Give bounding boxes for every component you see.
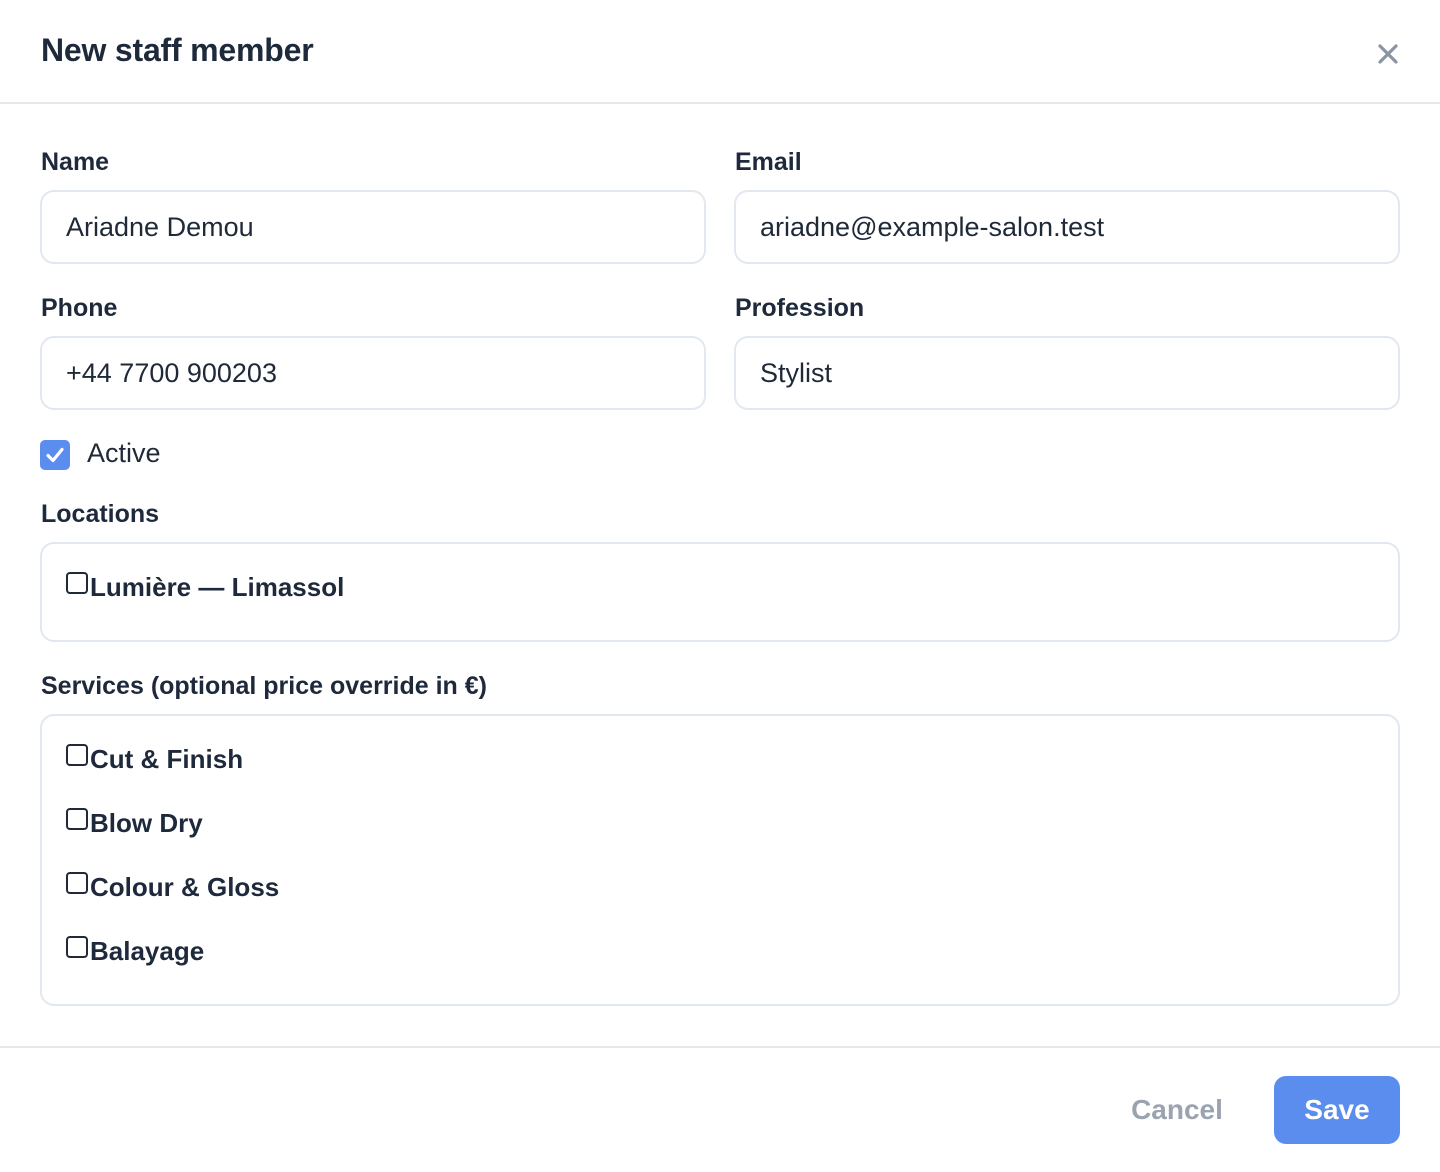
close-icon (1378, 44, 1398, 64)
services-box: Cut & Finish Blow Dry Colour & Gloss Bal… (40, 714, 1400, 1006)
name-input[interactable] (40, 190, 706, 264)
dialog-title: New staff member (41, 32, 314, 68)
email-input[interactable] (734, 190, 1400, 264)
phone-label: Phone (41, 294, 118, 322)
active-label: Active (87, 438, 161, 468)
service-label: Balayage (90, 936, 205, 966)
service-option[interactable]: Colour & Gloss (66, 870, 279, 904)
locations-box: Lumière — Limassol (40, 542, 1400, 642)
profession-input[interactable] (734, 336, 1400, 410)
service-label: Blow Dry (90, 808, 203, 838)
service-checkbox[interactable] (66, 872, 88, 894)
service-checkbox[interactable] (66, 808, 88, 830)
service-label: Cut & Finish (90, 744, 244, 774)
staff-dialog: New staff member Name Email Phone Profes… (0, 0, 1440, 1172)
active-checkbox[interactable] (40, 440, 70, 470)
save-button[interactable]: Save (1274, 1076, 1400, 1144)
location-label: Lumière — Limassol (90, 572, 345, 602)
service-label: Colour & Gloss (90, 872, 280, 902)
phone-input[interactable] (40, 336, 706, 410)
service-option[interactable]: Balayage (66, 934, 204, 968)
service-option[interactable]: Blow Dry (66, 806, 203, 840)
close-button[interactable] (1372, 38, 1404, 70)
services-label: Services (optional price override in €) (41, 672, 487, 700)
location-checkbox[interactable] (66, 572, 88, 594)
dialog-header: New staff member (0, 0, 1440, 104)
profession-label: Profession (735, 294, 865, 322)
checkmark-icon (46, 447, 64, 463)
name-label: Name (41, 148, 110, 176)
cancel-button[interactable]: Cancel (1112, 1078, 1242, 1142)
service-option[interactable]: Cut & Finish (66, 742, 243, 776)
service-checkbox[interactable] (66, 936, 88, 958)
locations-label: Locations (41, 500, 160, 528)
email-label: Email (735, 148, 802, 176)
location-option[interactable]: Lumière — Limassol (66, 570, 344, 604)
service-checkbox[interactable] (66, 744, 88, 766)
